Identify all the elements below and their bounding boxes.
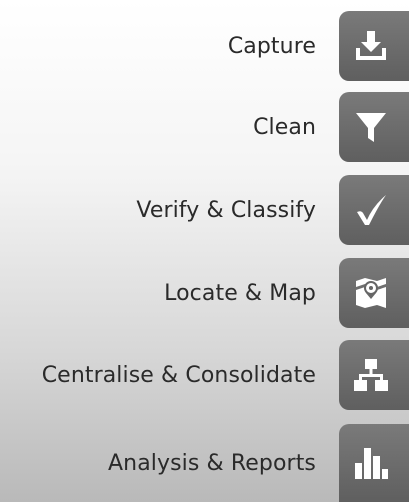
download-tray-icon <box>339 11 409 81</box>
step-label-verify-classify: Verify & Classify <box>136 197 316 223</box>
hierarchy-network-icon <box>339 340 409 410</box>
checkmark-icon <box>339 175 409 245</box>
funnel-filter-icon <box>339 92 409 162</box>
step-label-clean: Clean <box>253 114 316 140</box>
step-analysis-reports[interactable]: Analysis & Reports <box>108 424 409 502</box>
step-centralise-consolidate[interactable]: Centralise & Consolidate <box>42 340 409 410</box>
step-label-centralise-consolidate: Centralise & Consolidate <box>41 362 316 388</box>
step-clean[interactable]: Clean <box>253 92 409 162</box>
bar-chart-icon <box>339 424 409 502</box>
step-label-capture: Capture <box>227 33 316 59</box>
step-locate-map[interactable]: Locate & Map <box>164 258 409 328</box>
step-verify-classify[interactable]: Verify & Classify <box>136 175 409 245</box>
process-steps-list: Capture Clean Verify & Classify Locate &… <box>0 0 409 502</box>
step-capture[interactable]: Capture <box>228 11 409 81</box>
step-label-locate-map: Locate & Map <box>164 280 316 306</box>
step-label-analysis-reports: Analysis & Reports <box>108 450 316 476</box>
map-location-icon <box>339 258 409 328</box>
